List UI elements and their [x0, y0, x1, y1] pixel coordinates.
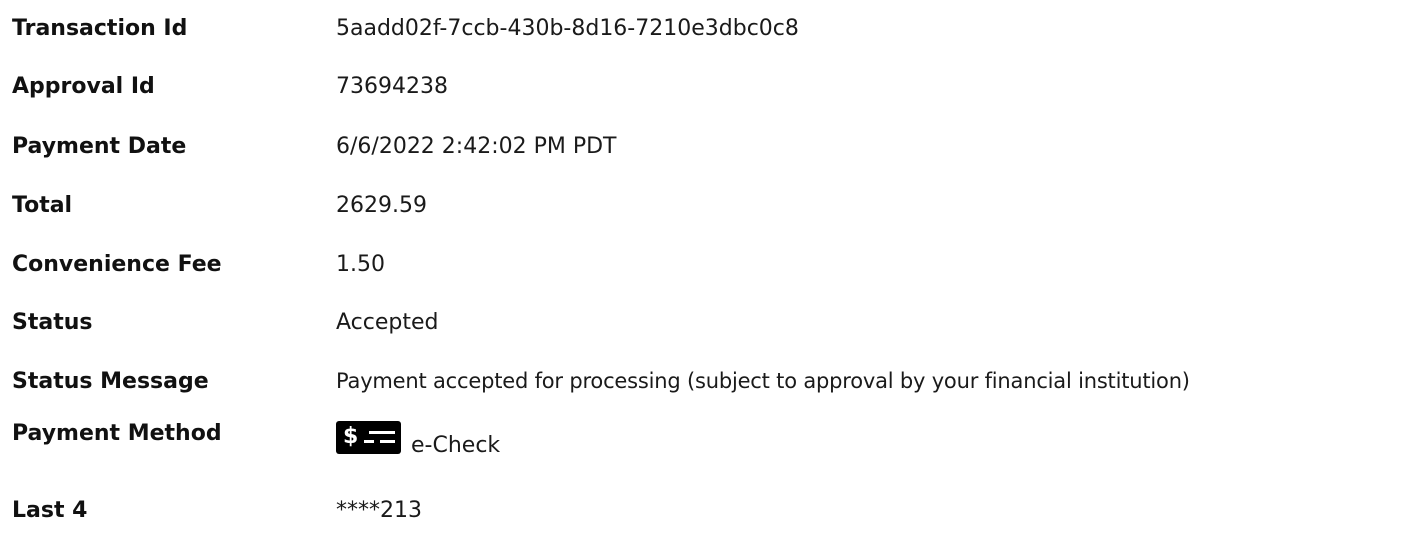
echeck-line-icon	[369, 431, 395, 434]
detail-row-payment-date: Payment Date 6/6/2022 2:42:02 PM PDT	[12, 126, 1397, 166]
total-value: 2629.59	[336, 192, 427, 218]
payment-date-label: Payment Date	[12, 133, 187, 159]
detail-row-status-message: Status Message Payment accepted for proc…	[12, 361, 1397, 401]
payment-date-value: 6/6/2022 2:42:02 PM PDT	[336, 133, 617, 159]
payment-method-label: Payment Method	[12, 421, 222, 446]
echeck-icon: $	[336, 421, 401, 454]
detail-row-payment-method: Payment Method $ e-Check	[12, 418, 1397, 478]
detail-row-approval-id: Approval Id 73694238	[12, 66, 1397, 106]
approval-id-label: Approval Id	[12, 73, 155, 99]
status-message-label: Status Message	[12, 368, 209, 394]
echeck-dollar-glyph: $	[343, 424, 359, 449]
echeck-line-icon	[364, 440, 374, 443]
detail-row-last-4: Last 4 ****213	[12, 490, 1397, 530]
approval-id-value: 73694238	[336, 73, 448, 99]
status-value: Accepted	[336, 309, 439, 335]
status-label: Status	[12, 309, 93, 335]
convenience-fee-label: Convenience Fee	[12, 251, 222, 277]
payment-method-text: e-Check	[411, 433, 501, 458]
detail-row-convenience-fee: Convenience Fee 1.50	[12, 244, 1397, 284]
detail-row-total: Total 2629.59	[12, 185, 1397, 225]
total-label: Total	[12, 192, 73, 218]
convenience-fee-value: 1.50	[336, 251, 385, 277]
transaction-id-value: 5aadd02f-7ccb-430b-8d16-7210e3dbc0c8	[336, 15, 799, 41]
status-message-value: Payment accepted for processing (subject…	[336, 369, 1190, 393]
transaction-id-label: Transaction Id	[12, 15, 188, 41]
last-4-label: Last 4	[12, 497, 88, 523]
echeck-line-icon	[380, 440, 395, 443]
detail-row-transaction-id: Transaction Id 5aadd02f-7ccb-430b-8d16-7…	[12, 8, 1397, 48]
last-4-value: ****213	[336, 497, 422, 523]
detail-row-status: Status Accepted	[12, 302, 1397, 342]
